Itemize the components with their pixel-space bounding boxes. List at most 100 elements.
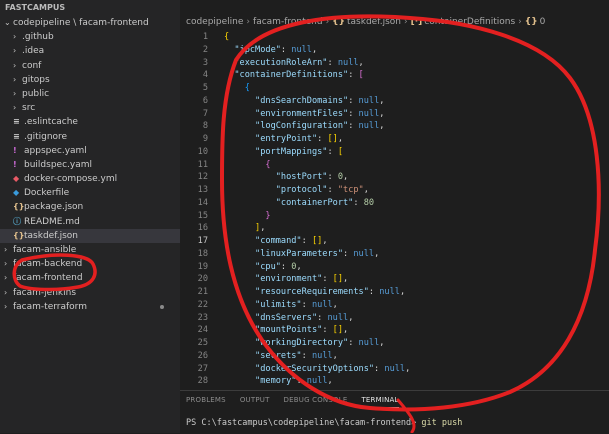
panel-tab[interactable]: OUTPUT — [240, 391, 270, 409]
line-number: 23 — [197, 312, 208, 323]
line-number: 14 — [197, 197, 208, 208]
tree-item[interactable]: › .github — [0, 30, 180, 44]
tree-item-label: package.json — [24, 202, 84, 213]
code-line[interactable]: 10 "portMappings": [ — [180, 146, 609, 159]
code-token: "command" — [224, 236, 302, 246]
code-line[interactable]: 13 "protocol": "tcp", — [180, 184, 609, 197]
tree-item-label: docker-compose.yml — [24, 174, 118, 185]
code-line[interactable]: 12 "hostPort": 0, — [180, 171, 609, 184]
tree-item[interactable]: ! buildspec.yaml — [0, 158, 180, 172]
code-token: , — [379, 121, 385, 132]
code-line[interactable]: 22 "ulimits": null, — [180, 299, 609, 312]
code-token: , — [374, 248, 380, 259]
code-token: , — [379, 95, 385, 106]
tree-item[interactable]: ! appspec.yaml — [0, 144, 180, 158]
explorer-sidebar: FASTCAMPUS ⌄ codepipeline \ facam-fronten… — [0, 0, 180, 433]
code-token: : — [301, 299, 312, 310]
line-number: 3 — [202, 57, 208, 68]
code-line[interactable]: 2 "ipcMode": null, — [180, 44, 609, 57]
code-line[interactable]: 24 "mountPoints": [], — [180, 324, 609, 337]
tree-item[interactable]: › src — [0, 101, 180, 115]
code-line[interactable]: 11 { — [180, 159, 609, 172]
tree-item[interactable]: › gitops — [0, 73, 180, 87]
code-line[interactable]: 14 "containerPort": 80 — [180, 197, 609, 210]
code-token: null — [358, 108, 380, 119]
explorer-section-title[interactable]: FASTCAMPUS — [0, 0, 180, 16]
code-token: "hostPort" — [224, 172, 328, 183]
tree-item[interactable]: › facam-jenkins — [0, 286, 180, 300]
tree-item[interactable]: › facam-ansible — [0, 243, 180, 257]
code-line[interactable]: 1{ — [180, 31, 609, 44]
code-token: "containerPort" — [224, 197, 354, 208]
tree-item[interactable]: ⌄ codepipeline \ facam-frontend — [0, 16, 180, 30]
code-line[interactable]: 8 "logConfiguration": null, — [180, 120, 609, 133]
tree-item[interactable]: › facam-frontend — [0, 271, 180, 285]
breadcrumb-item[interactable]: 0 — [540, 17, 546, 27]
tree-item[interactable]: {}taskdef.json — [0, 228, 180, 243]
terminal-line[interactable]: PS C:\fastcampus\codepipeline\facam-fron… — [180, 418, 609, 428]
code-token: null — [379, 287, 400, 297]
docker-compose-icon: ◆ — [13, 174, 20, 184]
json-file-icon: {} — [13, 202, 25, 212]
breadcrumb-item[interactable]: facam-frontend — [253, 17, 323, 27]
code-line[interactable]: 6 "dnsSearchDomains": null, — [180, 95, 609, 108]
tree-item[interactable]: ⓘ README.md — [0, 215, 180, 229]
line-number: 15 — [197, 210, 208, 221]
code-line[interactable]: 4 "containerDefinitions": [ — [180, 69, 609, 82]
line-number: 27 — [197, 363, 208, 374]
code-line[interactable]: 20 "environment": [], — [180, 273, 609, 286]
code-line[interactable]: 28 "memory": null, — [180, 375, 609, 388]
code-line[interactable]: 5 { — [180, 82, 609, 95]
code-token: , — [399, 287, 406, 297]
code-token: : — [280, 44, 292, 55]
code-token: : — [374, 363, 385, 374]
line-number: 12 — [197, 172, 208, 183]
code-line[interactable]: 3 "executionRoleArn": null, — [180, 57, 609, 70]
code-token: , — [296, 261, 302, 272]
code-line[interactable]: 16 ], — [180, 222, 609, 235]
tree-item[interactable]: › .idea — [0, 44, 180, 58]
code-line[interactable]: 27 "dockerSecurityOptions": null, — [180, 363, 609, 376]
line-number: 21 — [197, 287, 208, 297]
panel-tab[interactable]: DEBUG CONSOLE — [284, 391, 348, 409]
tree-item[interactable]: ≡ .eslintcache — [0, 115, 180, 129]
code-line[interactable]: 15 } — [180, 210, 609, 223]
code-line[interactable]: 21 "resourceRequirements": null, — [180, 286, 609, 299]
code-line[interactable]: 17 "command": [], — [180, 235, 609, 248]
code-token: , — [337, 134, 344, 144]
breadcrumb-item[interactable]: containerDefinitions — [424, 17, 515, 27]
tree-item[interactable]: ≡ .gitignore — [0, 130, 180, 144]
code-line[interactable]: 23 "dnsServers": null, — [180, 312, 609, 325]
code-line[interactable]: 19 "cpu": 0, — [180, 261, 609, 274]
tree-item[interactable]: ◆ Dockerfile — [0, 186, 180, 200]
chevron-right-icon: › — [403, 17, 408, 27]
code-line[interactable]: 7 "environmentFiles": null, — [180, 108, 609, 121]
code-editor[interactable]: 1{2 "ipcMode": null, 3 "executionRoleArn"… — [180, 31, 609, 390]
code-line[interactable]: 26 "secrets": null, — [180, 350, 609, 363]
breadcrumb-item[interactable]: codepipeline — [186, 17, 243, 27]
tree-item[interactable]: › conf — [0, 59, 180, 73]
line-number: 28 — [197, 376, 208, 387]
code-line[interactable]: 18 "linuxParameters": null, — [180, 248, 609, 261]
code-token: : — [343, 248, 354, 259]
breadcrumb: codepipeline › facam-frontend ›{} taskdef.js… — [180, 14, 609, 30]
tree-item[interactable]: › facam-terraform — [0, 300, 180, 314]
tree-item-label: .gitignore — [24, 131, 68, 142]
code-token: null — [358, 338, 380, 348]
code-line[interactable]: 9 "entryPoint": [], — [180, 133, 609, 146]
tree-item[interactable]: › public — [0, 87, 180, 101]
panel-tab[interactable]: TERMINAL — [361, 393, 399, 408]
code-token: : — [348, 95, 359, 106]
tree-item[interactable]: › facam-backend — [0, 257, 180, 271]
breadcrumb-item[interactable]: taskdef.json — [347, 17, 401, 27]
code-token: : — [348, 70, 359, 81]
code-token: , — [311, 44, 318, 55]
code-token: "linuxParameters" — [224, 248, 343, 259]
line-number: 16 — [197, 223, 208, 234]
panel-tab[interactable]: PROBLEMS — [186, 391, 226, 409]
tree-item[interactable]: ◆ docker-compose.yml — [0, 172, 180, 186]
lines-file-icon: ≡ — [13, 117, 20, 127]
tree-item[interactable]: {}package.json — [0, 200, 180, 214]
code-line[interactable]: 25 "workingDirectory": null, — [180, 337, 609, 350]
code-token: "ulimits" — [224, 299, 302, 310]
